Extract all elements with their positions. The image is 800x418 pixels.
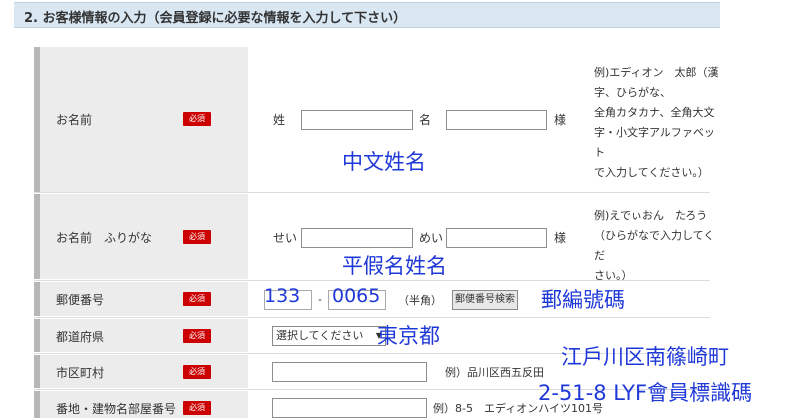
city-label: 市区町村	[56, 366, 105, 380]
address-input[interactable]	[272, 398, 427, 418]
sama-suffix: 様	[554, 113, 567, 127]
mei-label: 名	[419, 113, 432, 127]
label-cell: 市区町村 必須	[40, 355, 248, 388]
row-divider	[34, 280, 710, 281]
label-cell: 番地・建物名部屋番号 必須	[40, 391, 248, 418]
section-header: 2. お客様情報の入力（会員登録に必要な情報を入力して下さい）	[14, 2, 720, 28]
zip-search-button[interactable]: 郵便番号検索	[452, 290, 518, 310]
annotation-address: 2-51-8 LYF會員標識碼	[538, 381, 753, 405]
prefecture-select[interactable]: 選択してください ▼	[272, 326, 386, 346]
name-example-note: 例)エディオン 太郎（漢 字、ひらがな、 全角カタカナ、全角大文 字・小文字アル…	[594, 66, 719, 179]
furigana-label: お名前 ふりがな	[56, 231, 153, 245]
required-badge: 必須	[183, 329, 211, 343]
prefecture-label: 都道府県	[56, 330, 105, 344]
sei-furigana-input[interactable]	[301, 228, 413, 248]
sei-label: せい	[273, 231, 298, 245]
annotation-name: 中文姓名	[342, 150, 426, 174]
row-divider	[34, 192, 710, 193]
annotation-city: 江戶川区南篠崎町	[561, 345, 729, 369]
zip-label: 郵便番号	[56, 293, 105, 307]
address-label: 番地・建物名部屋番号	[56, 402, 177, 416]
sama-suffix: 様	[554, 231, 567, 245]
annotation-furigana: 平假名姓名	[342, 254, 447, 278]
zip-hyphen: -	[318, 293, 322, 306]
sei-label: 姓	[273, 113, 286, 127]
value-cell: 133 - 0065 （半角） 郵便番号検索	[248, 282, 710, 316]
label-cell: 郵便番号 必須	[40, 282, 248, 316]
required-badge: 必須	[183, 365, 211, 379]
zip-second-value: 0065	[332, 285, 381, 307]
label-cell: お名前 必須	[40, 47, 248, 192]
row-divider	[34, 317, 710, 318]
prefecture-selected-value: 選択してください	[276, 329, 364, 342]
mei-label: めい	[419, 231, 444, 245]
mei-input[interactable]	[446, 110, 547, 130]
required-badge: 必須	[183, 112, 211, 126]
name-label: お名前	[56, 113, 93, 127]
required-badge: 必須	[183, 401, 211, 415]
mei-furigana-input[interactable]	[446, 228, 547, 248]
annotation-zip: 郵編號碼	[541, 288, 625, 312]
sei-input[interactable]	[301, 110, 413, 130]
zip-first-value: 133	[264, 285, 301, 307]
required-badge: 必須	[183, 292, 211, 306]
label-cell: 都道府県 必須	[40, 319, 248, 352]
label-cell: お名前 ふりがな 必須	[40, 194, 248, 279]
hankaku-note: （半角）	[398, 294, 442, 307]
annotation-prefecture: 東京都	[377, 324, 440, 348]
required-badge: 必須	[183, 230, 211, 244]
value-cell: せい めい 様 例)えでぃおん たろう （ひらがなで入力してくだ さい。）	[248, 194, 714, 282]
section-title: 2. お客様情報の入力（会員登録に必要な情報を入力して下さい）	[24, 11, 407, 26]
value-cell: 姓 名 様 例)エディオン 太郎（漢 字、ひらがな、 全角カタカナ、全角大文 字…	[248, 47, 719, 192]
furigana-example-note: 例)えでぃおん たろう （ひらがなで入力してくだ さい。）	[594, 209, 715, 282]
city-input[interactable]	[272, 362, 427, 382]
city-example: 例）品川区西五反田	[445, 366, 544, 379]
